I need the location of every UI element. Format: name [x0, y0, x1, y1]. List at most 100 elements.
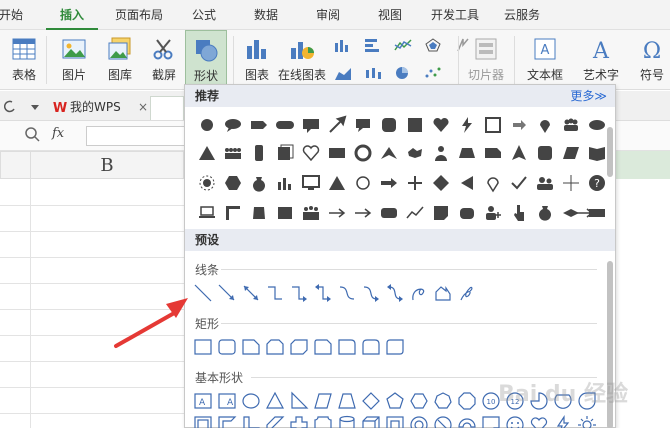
round-same-side-rect-icon[interactable]: [361, 337, 381, 357]
bevel-shape-icon[interactable]: [385, 415, 405, 428]
pentagon-icon[interactable]: [385, 391, 405, 411]
cube-icon[interactable]: [361, 415, 381, 428]
can-icon[interactable]: [337, 415, 357, 428]
rounded-bar-icon[interactable]: [275, 115, 295, 135]
thin-plus-icon[interactable]: [561, 173, 581, 193]
column-header-selected[interactable]: [615, 151, 670, 179]
column-chart-icon[interactable]: [334, 38, 352, 52]
circle-outline-icon[interactable]: [353, 173, 373, 193]
cloud-rect-icon[interactable]: [457, 203, 477, 223]
slicer-button[interactable]: 切片器: [462, 30, 510, 88]
trapezoid-icon[interactable]: [457, 143, 477, 163]
folded-corner-icon[interactable]: [431, 203, 451, 223]
frame-shape-icon[interactable]: [193, 415, 213, 428]
wordart-button[interactable]: A 艺术字: [574, 30, 628, 88]
tilted-square-icon[interactable]: [249, 203, 269, 223]
curved-arrow-connector-icon[interactable]: [361, 283, 381, 303]
recommend-scrollbar[interactable]: [607, 127, 613, 177]
map-icon[interactable]: [405, 143, 425, 163]
tab-page-layout[interactable]: 页面布局: [110, 0, 168, 30]
tab-workbook[interactable]: [150, 96, 184, 120]
add-user-icon[interactable]: [483, 203, 503, 223]
cross-shape-icon[interactable]: [289, 415, 309, 428]
user-pair-icon[interactable]: [535, 173, 555, 193]
donut-icon[interactable]: [353, 143, 373, 163]
parallelogram-shape-icon[interactable]: [313, 391, 333, 411]
snip-same-side-rect-icon[interactable]: [265, 337, 285, 357]
chevron-up-icon[interactable]: [379, 143, 399, 163]
ellipse-shape-icon[interactable]: [587, 115, 607, 135]
sun-icon[interactable]: [197, 173, 217, 193]
folded-corner-shape-icon[interactable]: [481, 415, 501, 428]
cone-icon[interactable]: [509, 143, 529, 163]
rectangle-icon[interactable]: [193, 337, 213, 357]
arrow-line-icon[interactable]: [573, 203, 595, 223]
symbol-button[interactable]: Ω 符号: [632, 30, 670, 88]
chart-line-icon[interactable]: [275, 203, 295, 223]
phone-icon[interactable]: [249, 143, 269, 163]
heart-icon[interactable]: [431, 115, 451, 135]
location-icon[interactable]: [483, 173, 503, 193]
lightning-bolt-shape-icon[interactable]: [553, 415, 573, 428]
circle-shape-icon[interactable]: [197, 115, 217, 135]
heptagon-icon[interactable]: [433, 391, 453, 411]
smiley-face-icon[interactable]: [505, 415, 525, 428]
round-single-corner-rect-icon[interactable]: [337, 337, 357, 357]
arrow-right-icon[interactable]: [353, 203, 373, 223]
picture-button[interactable]: 图片: [52, 30, 96, 88]
speech-bubble-icon[interactable]: [353, 115, 373, 135]
line-chart-icon[interactable]: [394, 38, 412, 52]
line-icon[interactable]: [193, 283, 213, 303]
curved-double-arrow-icon[interactable]: [385, 283, 405, 303]
shapes-button[interactable]: 形状: [185, 30, 227, 88]
block-arc-icon[interactable]: [457, 415, 477, 428]
tab-data[interactable]: 数据: [246, 0, 286, 30]
curved-connector-icon[interactable]: [337, 283, 357, 303]
heart-outline-icon[interactable]: [301, 143, 321, 163]
triangle-icon[interactable]: [327, 173, 347, 193]
bevel-icon[interactable]: [483, 143, 503, 163]
screenshot-button[interactable]: 截屏: [142, 30, 186, 88]
fx-label[interactable]: fx: [52, 126, 64, 141]
arrow-pentagon-icon[interactable]: [249, 115, 269, 135]
tab-view[interactable]: 视图: [370, 0, 410, 30]
diamond-icon[interactable]: [431, 173, 451, 193]
laptop-icon[interactable]: [197, 203, 217, 223]
right-triangle-icon[interactable]: [289, 391, 309, 411]
map-pin-icon[interactable]: [535, 115, 555, 135]
money-bag-icon[interactable]: [249, 173, 269, 193]
octagon-icon[interactable]: [457, 391, 477, 411]
elbow-arrow-connector-icon[interactable]: [289, 283, 309, 303]
question-icon[interactable]: ?: [587, 173, 607, 193]
rounded-rectangle-icon[interactable]: [217, 337, 237, 357]
back-icon[interactable]: [4, 100, 16, 114]
elbow-double-arrow-icon[interactable]: [313, 283, 333, 303]
bar-h-chart-icon[interactable]: [364, 38, 382, 52]
rectangle-callout-icon[interactable]: [301, 115, 321, 135]
parallelogram-icon[interactable]: [561, 143, 581, 163]
l-shape-icon[interactable]: [241, 415, 261, 428]
donut-shape-icon[interactable]: [409, 415, 429, 428]
corner-icon[interactable]: [223, 203, 243, 223]
triangle-shape-icon[interactable]: [197, 143, 217, 163]
snip-corner-rect-icon[interactable]: [241, 337, 261, 357]
tab-insert[interactable]: 插入: [46, 0, 98, 30]
person-icon[interactable]: [431, 143, 451, 163]
rect-icon[interactable]: [327, 143, 347, 163]
frame-icon[interactable]: [483, 115, 503, 135]
lightning-icon[interactable]: [457, 115, 477, 135]
gallery-button[interactable]: 图库: [98, 30, 142, 88]
document-stack-icon[interactable]: [275, 143, 295, 163]
column-header-b[interactable]: B: [30, 151, 184, 179]
oval-callout-icon[interactable]: [223, 115, 243, 135]
column-header-a[interactable]: [0, 151, 30, 179]
arrow-line-shape-icon[interactable]: [217, 283, 237, 303]
hexagon-icon[interactable]: [223, 173, 243, 193]
snip-round-rect-icon[interactable]: [313, 337, 333, 357]
trend-line-icon[interactable]: [405, 203, 425, 223]
stock-chart-icon[interactable]: [364, 66, 382, 80]
bar-chart-shape-icon[interactable]: [275, 173, 295, 193]
plus-icon[interactable]: [405, 173, 425, 193]
square-shape-icon[interactable]: [405, 115, 425, 135]
elbow-connector-icon[interactable]: [265, 283, 285, 303]
